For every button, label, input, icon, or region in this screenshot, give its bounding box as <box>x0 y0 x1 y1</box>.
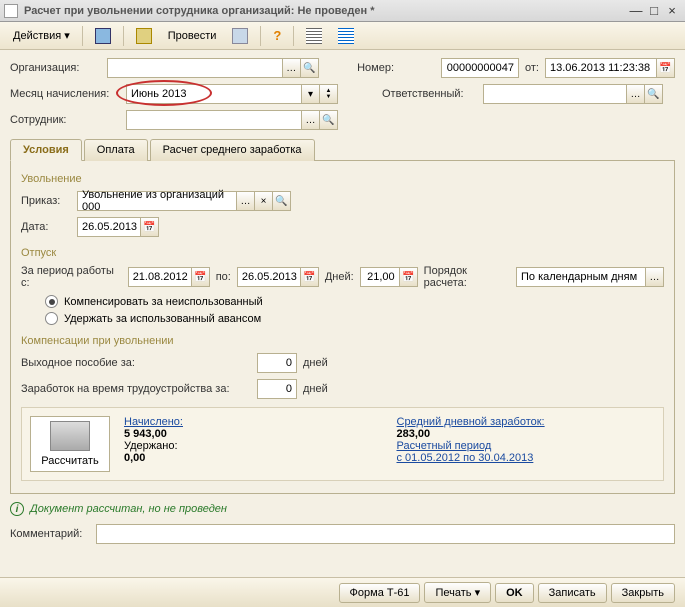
order-ellipsis-button[interactable]: … <box>237 191 255 211</box>
status-bar: i Документ рассчитан, но не проведен <box>10 502 675 516</box>
days-field[interactable]: 21,00 <box>360 267 400 287</box>
date-field[interactable]: 13.06.2013 11:23:38 <box>545 58 657 78</box>
titlebar: Расчет при увольнении сотрудника организ… <box>0 0 685 22</box>
month-field[interactable]: Июнь 2013 <box>126 84 302 104</box>
print-button[interactable]: Печать ▾ <box>424 582 491 603</box>
actions-menu[interactable]: Действия ▾ <box>6 26 77 45</box>
t61-button[interactable]: Форма Т-61 <box>339 583 421 603</box>
month-spinner[interactable]: ▲▼ <box>320 84 338 104</box>
help-icon[interactable]: ? <box>266 25 288 46</box>
list-icon[interactable] <box>299 25 329 47</box>
withheld-label: Удержано: <box>124 440 383 452</box>
radio-compensate[interactable]: Компенсировать за неиспользованный <box>45 295 664 308</box>
radio-dot <box>45 295 58 308</box>
post-icon[interactable] <box>129 25 159 47</box>
org-ellipsis-button[interactable]: … <box>283 58 301 78</box>
order-field[interactable]: Увольнение из организаций 000 <box>77 191 237 211</box>
period-label2[interactable]: Расчетный период <box>397 440 656 452</box>
dis-date-field[interactable]: 26.05.2013 <box>77 217 141 237</box>
window-title: Расчет при увольнении сотрудника организ… <box>24 5 627 17</box>
dis-date-label: Дата: <box>21 221 71 233</box>
accrued-value: 5 943,00 <box>124 428 383 440</box>
status-text: Документ рассчитан, но не проведен <box>30 503 227 515</box>
tab-payment[interactable]: Оплата <box>84 139 148 161</box>
earn-field[interactable]: 0 <box>257 379 297 399</box>
emp-search-button[interactable]: 🔍 <box>320 110 338 130</box>
close-button[interactable]: × <box>663 3 681 18</box>
close-footer-button[interactable]: Закрыть <box>611 583 675 603</box>
num-label: Номер: <box>357 62 435 74</box>
footer: Форма Т-61 Печать ▾ OK Записать Закрыть <box>0 577 685 607</box>
org-label: Организация: <box>10 62 101 74</box>
from-label: от: <box>525 62 539 74</box>
earn-label: Заработок на время трудоустройства за: <box>21 383 251 395</box>
content: Организация: …🔍 Номер: 00000000047 от: 1… <box>0 50 685 558</box>
days-unit: дней <box>303 357 328 369</box>
period-from-field[interactable]: 21.08.2012 <box>128 267 192 287</box>
ok-button[interactable]: OK <box>495 583 534 603</box>
date-calendar-button[interactable]: 📅 <box>657 58 675 78</box>
dismissal-group: Увольнение <box>21 173 664 185</box>
num-field[interactable]: 00000000047 <box>441 58 519 78</box>
period-to-field[interactable]: 26.05.2013 <box>237 267 301 287</box>
maximize-button[interactable]: □ <box>645 3 663 18</box>
emp-ellipsis-button[interactable]: … <box>302 110 320 130</box>
month-dropdown-button[interactable]: ▾ <box>302 84 320 104</box>
resp-field[interactable] <box>483 84 627 104</box>
info-icon: i <box>10 502 24 516</box>
period-value[interactable]: с 01.05.2012 по 30.04.2013 <box>397 452 656 464</box>
to-calendar-button[interactable]: 📅 <box>301 267 319 287</box>
app-icon <box>4 4 18 18</box>
resp-search-button[interactable]: 🔍 <box>645 84 663 104</box>
org-search-button[interactable]: 🔍 <box>301 58 319 78</box>
resp-ellipsis-button[interactable]: … <box>627 84 645 104</box>
calculate-button[interactable]: Рассчитать <box>30 416 110 472</box>
emp-field[interactable] <box>126 110 302 130</box>
minimize-button[interactable]: — <box>627 3 645 18</box>
order-label: Приказ: <box>21 195 71 207</box>
period-label: За период работы с: <box>21 265 122 289</box>
calc-panel: Рассчитать Начислено: 5 943,00 Удержано:… <box>21 407 664 481</box>
days-calc-button[interactable]: 📅 <box>400 267 418 287</box>
from-calendar-button[interactable]: 📅 <box>192 267 210 287</box>
withheld-value: 0,00 <box>124 452 383 464</box>
comment-field[interactable] <box>96 524 675 544</box>
to-label: по: <box>216 271 231 283</box>
calcorder-label: Порядок расчета: <box>424 265 510 289</box>
org-field[interactable] <box>107 58 283 78</box>
tabstrip: Условия Оплата Расчет среднего заработка <box>10 138 675 161</box>
comment-label: Комментарий: <box>10 528 90 540</box>
avg-value: 283,00 <box>397 428 656 440</box>
calcorder-field[interactable]: По календарным дням <box>516 267 646 287</box>
radio-withhold[interactable]: Удержать за использованный авансом <box>45 312 664 325</box>
avg-label[interactable]: Средний дневной заработок: <box>397 416 656 428</box>
tab-avgcalc[interactable]: Расчет среднего заработка <box>150 139 315 161</box>
toolbar: Действия ▾ Провести ? <box>0 22 685 50</box>
save-button[interactable]: Записать <box>538 583 607 603</box>
movements-icon[interactable] <box>225 25 255 47</box>
sev-label: Выходное пособие за: <box>21 357 251 369</box>
tab-body: Увольнение Приказ: Увольнение из организ… <box>10 161 675 494</box>
post-button[interactable]: Провести <box>161 27 224 45</box>
radio-dot <box>45 312 58 325</box>
dis-date-calendar-button[interactable]: 📅 <box>141 217 159 237</box>
order-clear-button[interactable]: × <box>255 191 273 211</box>
days-unit2: дней <box>303 383 328 395</box>
save-icon[interactable] <box>88 25 118 47</box>
comp-group: Компенсации при увольнении <box>21 335 664 347</box>
days-label: Дней: <box>325 271 354 283</box>
vacation-group: Отпуск <box>21 247 664 259</box>
month-label: Месяц начисления: <box>10 88 120 100</box>
accrued-label[interactable]: Начислено: <box>124 416 383 428</box>
calculator-icon <box>50 421 90 451</box>
emp-label: Сотрудник: <box>10 114 120 126</box>
tab-conditions[interactable]: Условия <box>10 139 82 161</box>
calcorder-button[interactable]: … <box>646 267 664 287</box>
resp-label: Ответственный: <box>382 88 477 100</box>
order-search-button[interactable]: 🔍 <box>273 191 291 211</box>
settings-icon[interactable] <box>331 25 361 47</box>
sev-field[interactable]: 0 <box>257 353 297 373</box>
